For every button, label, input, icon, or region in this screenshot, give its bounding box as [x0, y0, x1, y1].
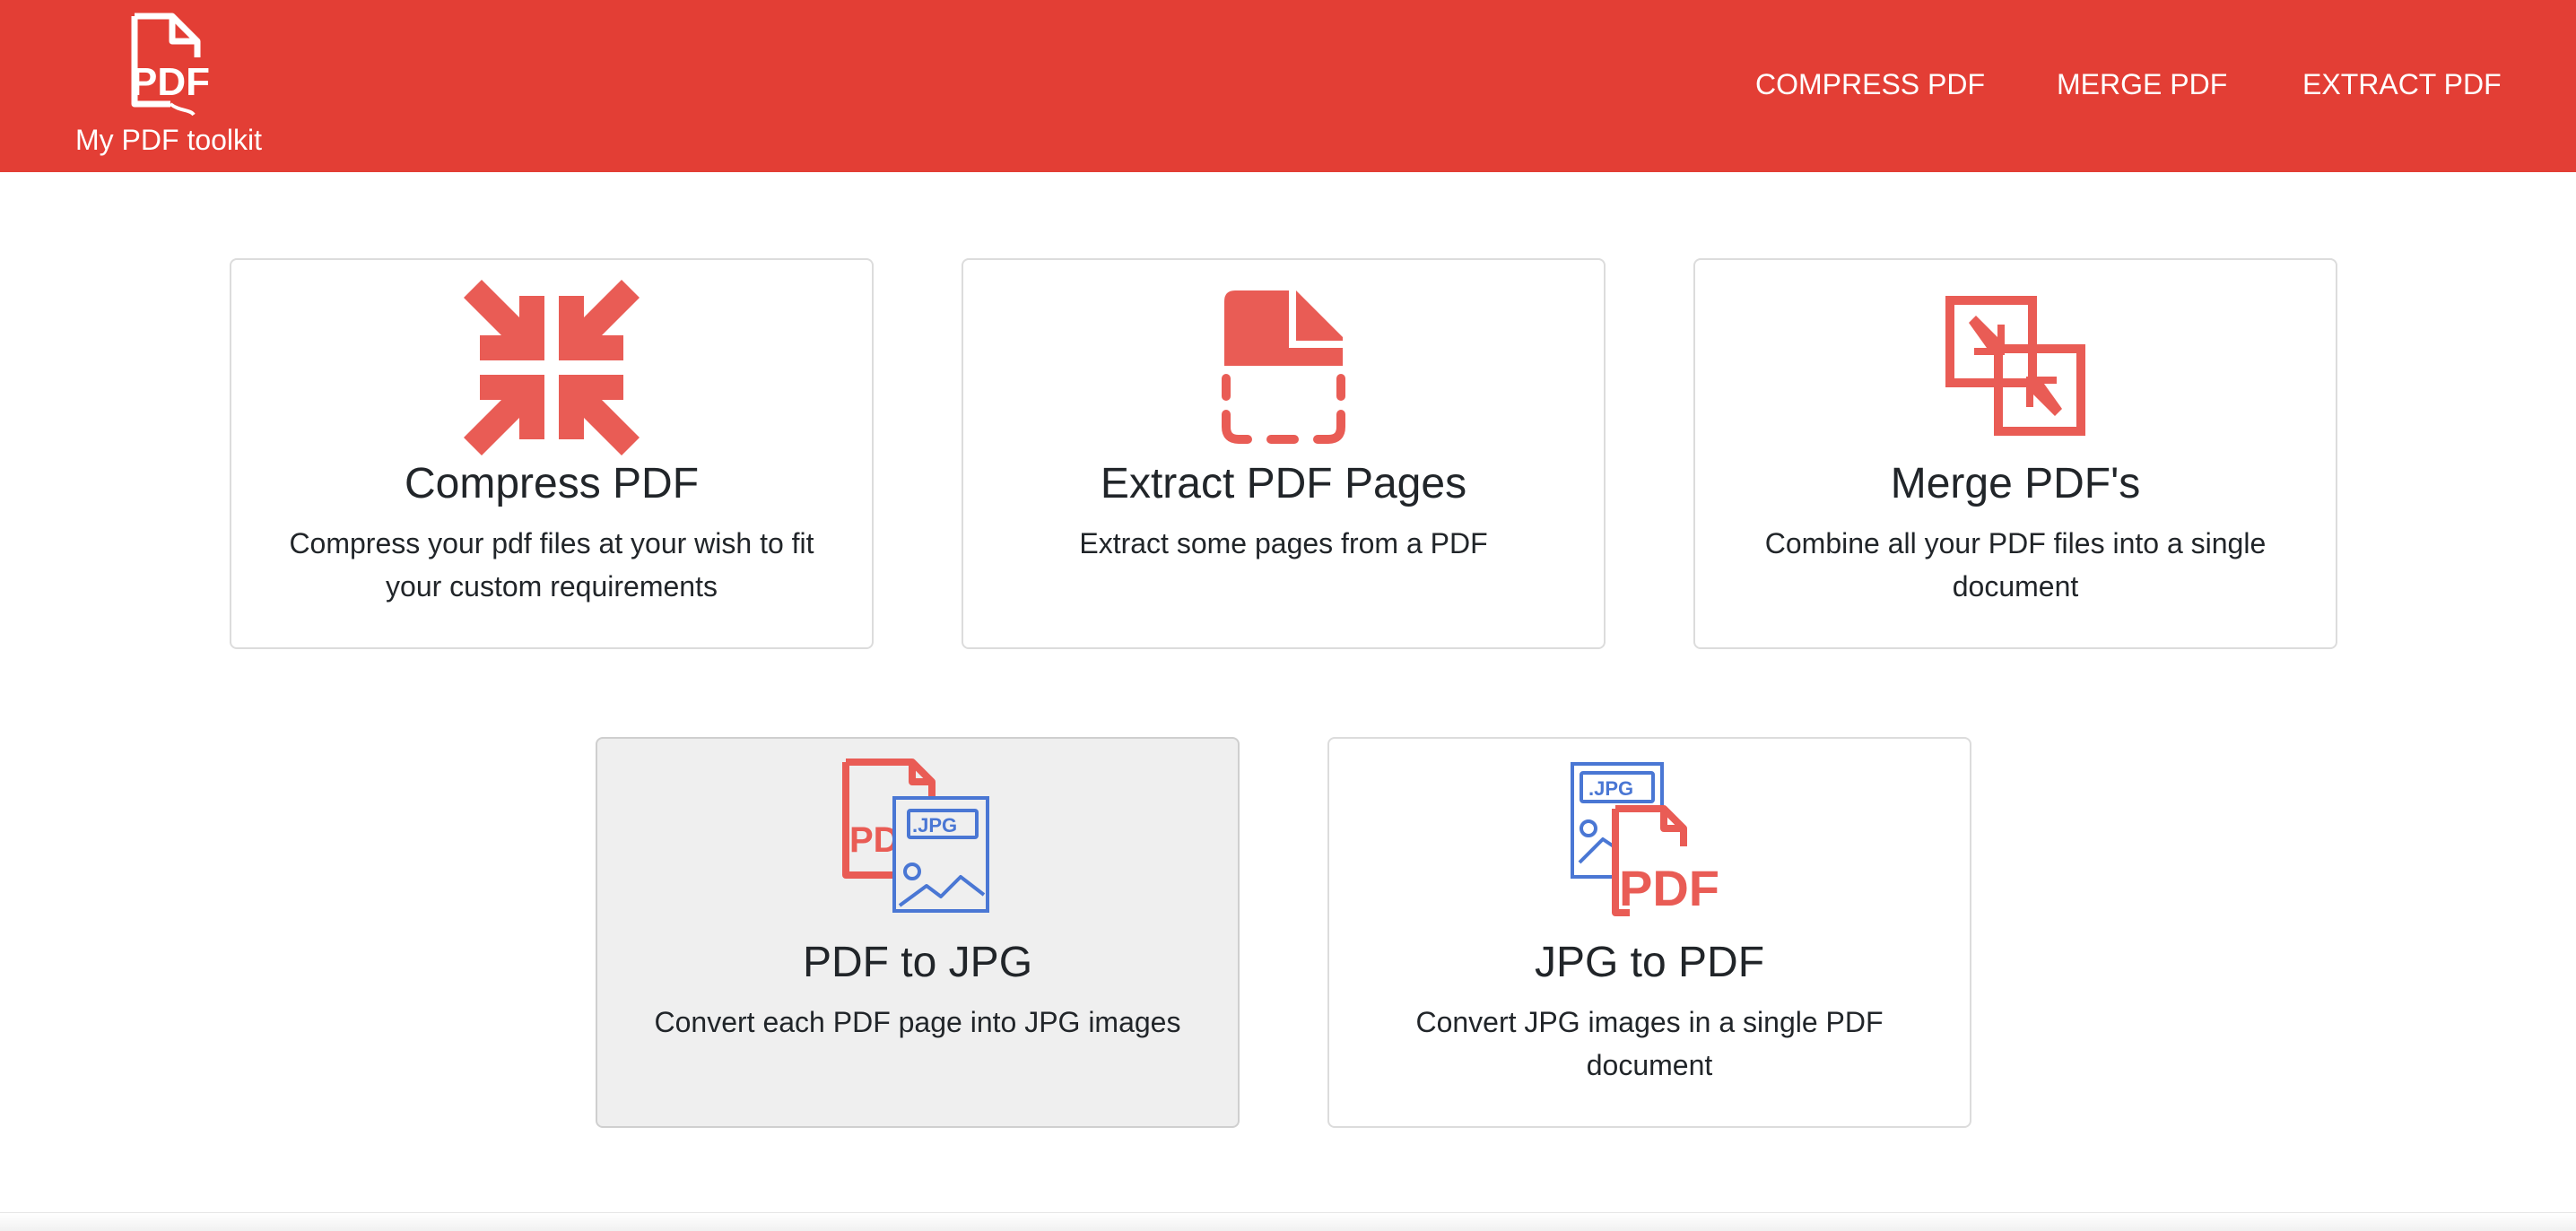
card-title: Merge PDF's	[1890, 460, 2141, 507]
card-jpg-to-pdf[interactable]: .JPG PDF JPG to PDF Convert JPG images i…	[1327, 737, 1971, 1128]
card-text: Convert each PDF page into JPG images	[654, 1006, 1181, 1038]
svg-text:.JPG: .JPG	[912, 814, 957, 837]
card-title: JPG to PDF	[1534, 939, 1765, 986]
card-text: Combine all your PDF files into a single…	[1764, 527, 2267, 602]
brand-link[interactable]: PDF My PDF toolkit	[75, 9, 273, 161]
extract-page-icon	[1222, 290, 1345, 444]
card-merge-pdfs[interactable]: Merge PDF's Combine all your PDF files i…	[1693, 258, 2337, 649]
card-title: Compress PDF	[404, 460, 700, 507]
svg-text:PDF: PDF	[131, 60, 210, 104]
brand-text: My PDF toolkit	[75, 124, 263, 156]
pdf-file-icon: PDF	[131, 13, 210, 117]
compress-arrows-icon	[464, 280, 640, 455]
svg-text:PDF: PDF	[1619, 860, 1719, 916]
card-title: PDF to JPG	[802, 939, 1033, 986]
card-extract-pdf-pages[interactable]: Extract PDF Pages Extract some pages fro…	[962, 258, 1606, 649]
card-text: Convert JPG images in a single PDF docum…	[1415, 1006, 1884, 1081]
card-text: Extract some pages from a PDF	[1079, 527, 1488, 559]
pdf-to-jpg-icon: PDF .JPG	[842, 759, 989, 913]
page-bottom-divider	[0, 1212, 2576, 1231]
jpg-to-pdf-icon: .JPG PDF	[1571, 762, 1719, 916]
card-title: Extract PDF Pages	[1100, 460, 1467, 507]
svg-text:.JPG: .JPG	[1588, 777, 1633, 800]
nav-compress-pdf[interactable]: COMPRESS PDF	[1755, 66, 1985, 102]
nav-merge-pdf[interactable]: MERGE PDF	[2057, 66, 2227, 102]
nav-extract-pdf[interactable]: EXTRACT PDF	[2302, 66, 2502, 102]
card-compress-pdf[interactable]: Compress PDF Compress your pdf files at …	[230, 258, 874, 649]
card-text: Compress your pdf files at your wish to …	[289, 527, 814, 602]
navbar: PDF My PDF toolkit COMPRESS PDF MERGE PD…	[0, 0, 2576, 172]
merge-squares-icon	[1945, 296, 2085, 436]
card-pdf-to-jpg[interactable]: PDF .JPG PDF to JPG Convert each PDF pag…	[596, 737, 1240, 1128]
